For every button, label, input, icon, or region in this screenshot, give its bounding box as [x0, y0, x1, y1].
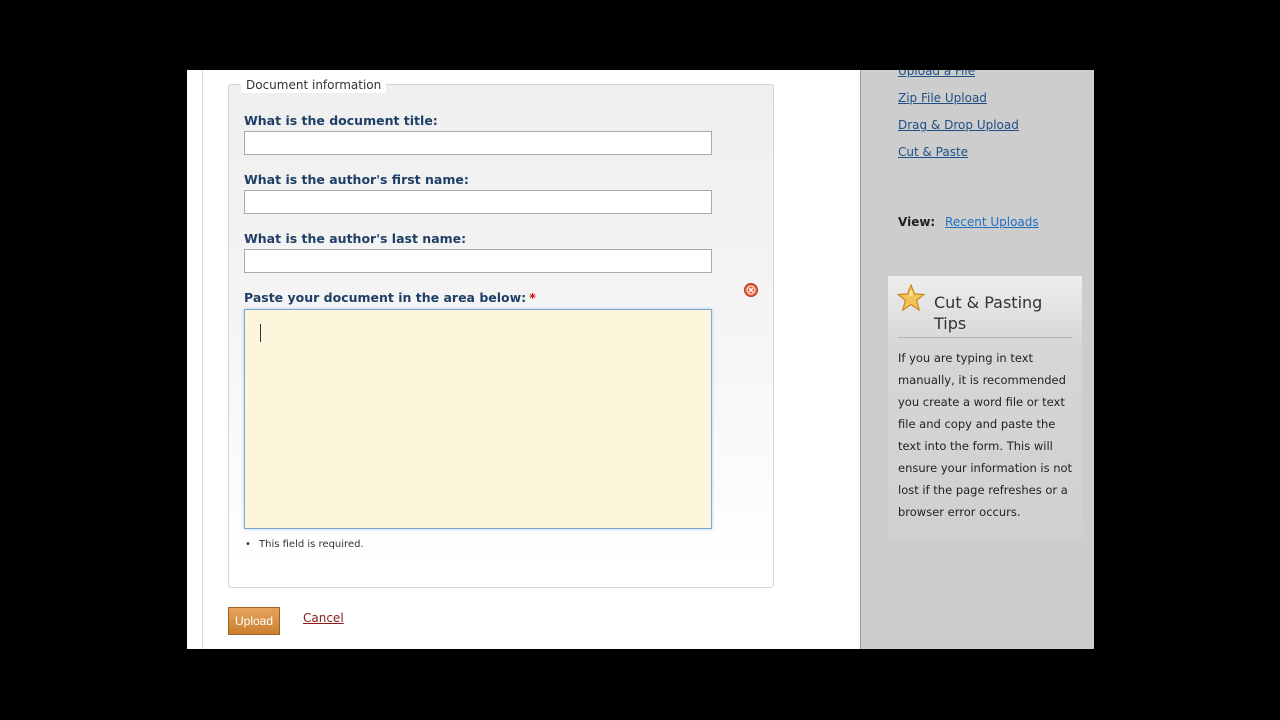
paste-document-textarea[interactable]	[244, 309, 712, 529]
sidebar-link-cut-paste[interactable]: Cut & Paste	[898, 145, 968, 159]
author-last-name-input[interactable]	[244, 249, 712, 273]
required-marker: *	[529, 290, 536, 305]
error-bullet: •	[245, 539, 251, 550]
sidebar-link-zip-file-upload[interactable]: Zip File Upload	[898, 91, 987, 105]
tips-title: Cut & Pasting Tips	[934, 293, 1043, 333]
clear-field-icon[interactable]	[744, 283, 758, 297]
star-icon	[896, 283, 926, 316]
screen: Document information What is the documen…	[0, 0, 1280, 720]
view-label: View:	[898, 215, 936, 229]
sidebar: Upload a File Zip File Upload Drag & Dro…	[860, 70, 1094, 649]
sidebar-link-upload-a-file[interactable]: Upload a File	[898, 70, 975, 78]
paste-document-label: Paste your document in the area below: *	[244, 290, 536, 306]
author-first-name-input[interactable]	[244, 190, 712, 214]
field-required-error: • This field is required.	[245, 539, 364, 551]
tips-divider	[898, 337, 1072, 338]
browser-page: Document information What is the documen…	[187, 70, 1094, 649]
document-title-input[interactable]	[244, 131, 712, 155]
cancel-link[interactable]: Cancel	[303, 611, 344, 625]
fieldset-legend: Document information	[241, 77, 387, 93]
tips-body: If you are typing in text manually, it i…	[898, 351, 1073, 519]
text-caret	[260, 324, 261, 342]
main-content: Document information What is the documen…	[203, 70, 860, 649]
author-last-name-label: What is the author's last name:	[244, 231, 467, 246]
tips-panel: Cut & Pasting Tips If you are typing in …	[888, 276, 1082, 538]
recent-uploads-link[interactable]: Recent Uploads	[945, 215, 1039, 229]
document-title-label: What is the document title:	[244, 113, 438, 128]
paste-document-label-text: Paste your document in the area below:	[244, 290, 527, 305]
view-row: View: Recent Uploads	[898, 215, 1039, 229]
author-first-name-label: What is the author's first name:	[244, 172, 469, 187]
upload-button[interactable]: Upload	[228, 607, 280, 635]
sidebar-link-drag-drop-upload[interactable]: Drag & Drop Upload	[898, 118, 1019, 132]
document-information-fieldset: Document information What is the documen…	[228, 77, 774, 588]
error-text: This field is required.	[259, 539, 364, 550]
left-margin	[187, 70, 203, 649]
